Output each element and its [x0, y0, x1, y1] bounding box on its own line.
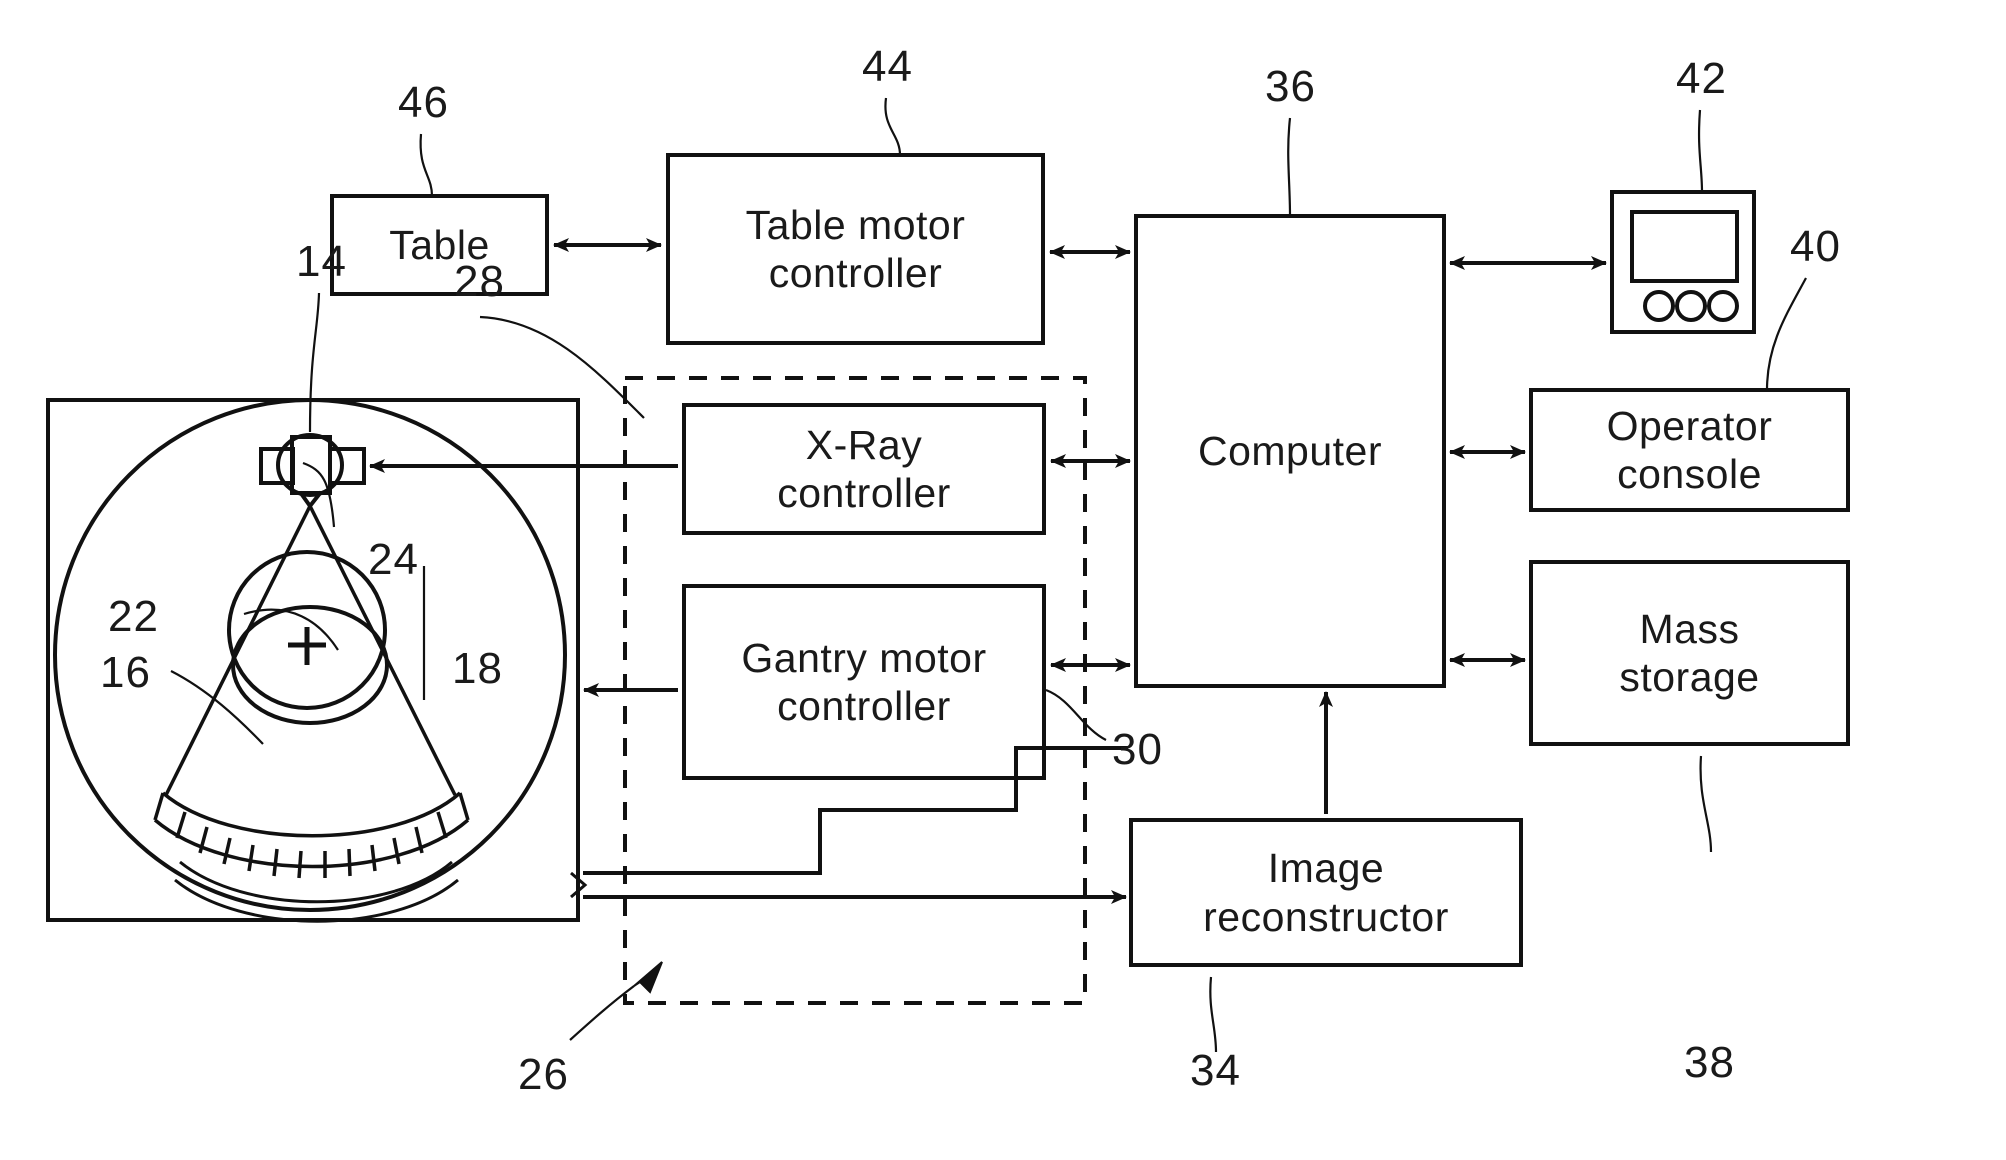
gantry-motor-controller-block[interactable] — [684, 586, 1044, 778]
ref-numeral-34: 34 — [1190, 1046, 1241, 1095]
ref-numeral-46: 46 — [398, 78, 449, 127]
mass-storage-block[interactable] — [1531, 562, 1848, 744]
operator-console-block[interactable] — [1531, 390, 1848, 510]
ref-numeral-30: 30 — [1112, 725, 1163, 774]
ref-numeral-38: 38 — [1684, 1038, 1735, 1087]
table-block[interactable] — [332, 196, 547, 294]
xray-controller-block[interactable] — [684, 405, 1044, 533]
ref-numeral-40: 40 — [1790, 222, 1841, 271]
ref-numeral-36: 36 — [1265, 62, 1316, 111]
table-motor-controller-block[interactable] — [668, 155, 1043, 343]
gantry-block[interactable] — [48, 400, 578, 920]
image-reconstructor-block[interactable] — [1131, 820, 1521, 965]
ref-26-arrowhead — [633, 961, 663, 994]
ref-numeral-44: 44 — [862, 42, 913, 91]
display-monitor-block[interactable] — [1612, 192, 1754, 332]
computer-block[interactable] — [1136, 216, 1444, 686]
ref-numeral-26: 26 — [518, 1050, 569, 1099]
patent-figure-canvas: Table Table motor controller X-Ray contr… — [0, 0, 2006, 1160]
ref-numeral-42: 42 — [1676, 54, 1727, 103]
